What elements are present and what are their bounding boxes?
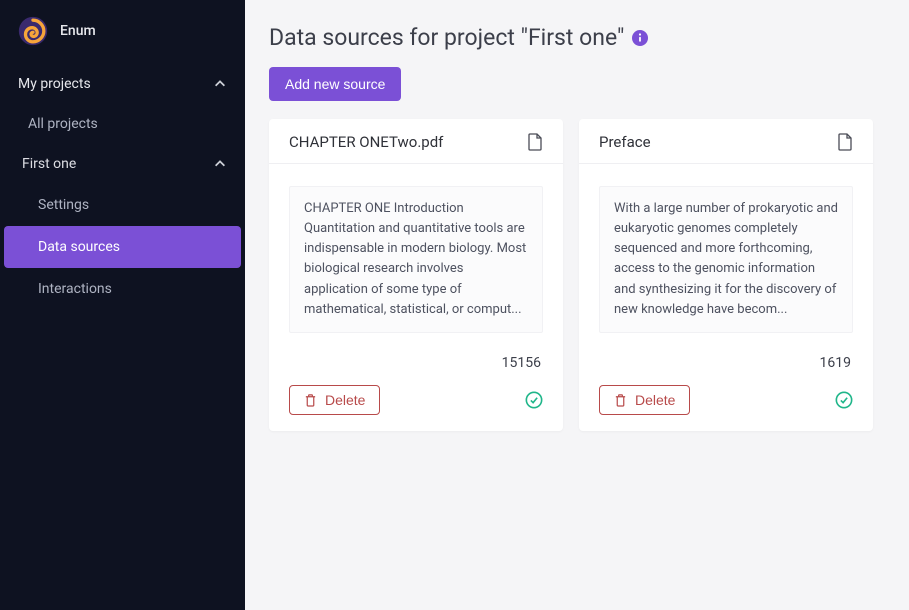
card-header: CHAPTER ONETwo.pdf <box>269 119 563 164</box>
sidebar-subitem-interactions[interactable]: Interactions <box>0 268 245 310</box>
check-circle-icon <box>525 391 543 409</box>
delete-button[interactable]: Delete <box>599 385 690 415</box>
chevron-up-icon <box>213 77 227 91</box>
card-footer: Delete <box>599 385 853 415</box>
sidebar-item-all-projects[interactable]: All projects <box>0 104 245 144</box>
data-source-card: CHAPTER ONETwo.pdf CHAPTER ONE Introduct… <box>269 119 563 431</box>
trash-icon <box>614 393 627 407</box>
page-title-row: Data sources for project "First one" <box>269 24 873 51</box>
sidebar-project-first-one[interactable]: First one <box>0 144 245 184</box>
sidebar-subitem-settings[interactable]: Settings <box>0 184 245 226</box>
card-title: Preface <box>599 133 651 151</box>
sidebar-project-label: First one <box>22 156 76 172</box>
main-content: Data sources for project "First one" Add… <box>245 0 909 610</box>
card-body: CHAPTER ONE Introduction Quantitation an… <box>269 164 563 431</box>
file-icon <box>837 133 853 151</box>
card-footer: Delete <box>289 385 543 415</box>
data-source-card: Preface With a large number of prokaryot… <box>579 119 873 431</box>
trash-icon <box>304 393 317 407</box>
sidebar-group-label: My projects <box>18 76 91 92</box>
chevron-up-icon <box>213 157 227 171</box>
check-circle-icon <box>835 391 853 409</box>
delete-button[interactable]: Delete <box>289 385 380 415</box>
cards-container: CHAPTER ONETwo.pdf CHAPTER ONE Introduct… <box>269 119 873 431</box>
file-icon <box>527 133 543 151</box>
card-snippet: CHAPTER ONE Introduction Quantitation an… <box>289 186 543 333</box>
delete-label: Delete <box>635 392 675 408</box>
card-count: 15156 <box>289 333 543 385</box>
brand-row: Enum <box>0 0 245 64</box>
card-snippet: With a large number of prokaryotic and e… <box>599 186 853 333</box>
add-new-source-button[interactable]: Add new source <box>269 67 401 101</box>
delete-label: Delete <box>325 392 365 408</box>
page-title: Data sources for project "First one" <box>269 24 624 51</box>
card-count: 1619 <box>599 333 853 385</box>
card-body: With a large number of prokaryotic and e… <box>579 164 873 431</box>
sidebar: Enum My projects All projects First one … <box>0 0 245 610</box>
brand-logo-icon <box>18 16 48 46</box>
info-icon[interactable] <box>632 30 648 46</box>
brand-name: Enum <box>60 23 96 39</box>
card-header: Preface <box>579 119 873 164</box>
card-title: CHAPTER ONETwo.pdf <box>289 133 443 151</box>
sidebar-group-my-projects[interactable]: My projects <box>0 64 245 104</box>
sidebar-subitem-data-sources[interactable]: Data sources <box>4 226 241 268</box>
